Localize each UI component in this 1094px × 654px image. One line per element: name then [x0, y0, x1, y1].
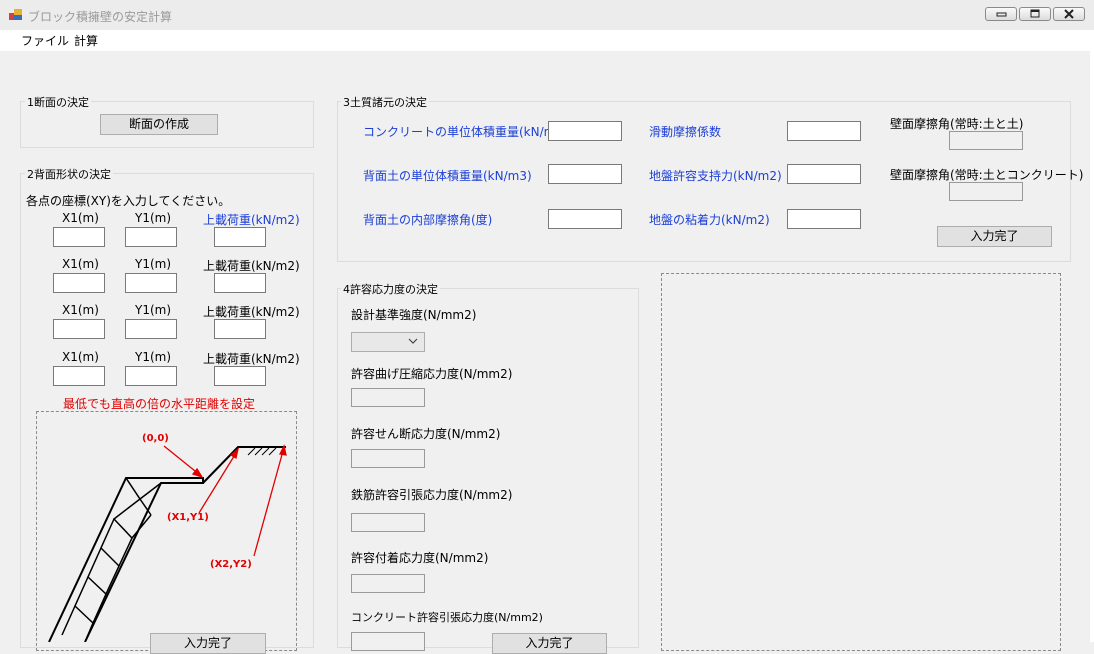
shear-output [351, 449, 425, 468]
y2-label: Y1(m) [135, 257, 172, 271]
design-strength-label: 設計基準強度(N/mm2) [351, 308, 477, 322]
wall-friction-soil-label: 壁面摩擦角(常時:土と土) [890, 117, 1024, 131]
y3-input[interactable] [125, 319, 177, 339]
load2-label: 上載荷重(kN/m2) [203, 259, 300, 273]
section2-done-button[interactable]: 入力完了 [150, 633, 266, 654]
close-icon [1064, 9, 1074, 19]
x4-label: X1(m) [62, 350, 99, 364]
create-section-button[interactable]: 断面の作成 [100, 114, 218, 135]
rebar-label: 鉄筋許容引張応力度(N/mm2) [351, 488, 513, 502]
rebar-output [351, 513, 425, 532]
wall-friction-conc-output [949, 182, 1023, 201]
shear-label: 許容せん断応力度(N/mm2) [351, 427, 501, 441]
hatch-marks [247, 447, 277, 456]
wall-friction-soil-output [949, 131, 1023, 150]
bearing-input[interactable] [787, 164, 861, 184]
cohesion-input[interactable] [787, 209, 861, 229]
tension-label: コンクリート許容引張応力度(N/mm2) [351, 611, 543, 624]
bending-output [351, 388, 425, 407]
chevron-down-icon [408, 338, 418, 344]
retaining-wall-drawing [48, 444, 287, 642]
slide-coef-input[interactable] [787, 121, 861, 141]
bending-label: 許容曲げ圧縮応力度(N/mm2) [351, 367, 513, 381]
minimize-icon [996, 12, 1007, 17]
concrete-weight-input[interactable] [548, 121, 622, 141]
section4-done-button[interactable]: 入力完了 [492, 633, 607, 654]
load4-input[interactable] [214, 366, 266, 386]
load-label: 上載荷重(kN/m2) [203, 213, 300, 227]
section-drawing-panel [661, 273, 1061, 651]
maximize-icon [1030, 9, 1040, 18]
wall-friction-conc-label: 壁面摩擦角(常時:土とコンクリート) [890, 168, 1084, 182]
app-icon [9, 9, 22, 20]
load3-input[interactable] [214, 319, 266, 339]
y1-input[interactable] [125, 227, 177, 247]
x2-input[interactable] [53, 273, 105, 293]
cohesion-label: 地盤の粘着力(kN/m2) [649, 213, 770, 227]
y4-label: Y1(m) [135, 350, 172, 364]
x1-label: X1(m) [62, 211, 99, 225]
x1-input[interactable] [53, 227, 105, 247]
distance-note: 最低でも直高の倍の水平距離を設定 [63, 397, 256, 411]
window-border [1090, 51, 1094, 642]
load-input[interactable] [214, 227, 266, 247]
bearing-label: 地盤許容支持力(kN/m2) [649, 169, 782, 183]
slide-coef-label: 滑動摩擦係数 [649, 125, 722, 139]
menu-bar [0, 30, 1094, 51]
design-strength-select[interactable] [351, 332, 425, 352]
menu-file[interactable]: ファイル [21, 32, 69, 49]
close-button[interactable] [1053, 7, 1085, 21]
section3-done-button[interactable]: 入力完了 [937, 226, 1052, 247]
load2-input[interactable] [214, 273, 266, 293]
y1-label: Y1(m) [135, 211, 172, 225]
y3-label: Y1(m) [135, 303, 172, 317]
load4-label: 上載荷重(kN/m2) [203, 352, 300, 366]
section3-legend: 3土質諸元の決定 [341, 94, 429, 110]
origin-label: (0,0) [142, 433, 169, 444]
minimize-button[interactable] [985, 7, 1017, 21]
point1-label: (X1,Y1) [167, 512, 209, 523]
friction-angle-input[interactable] [548, 209, 622, 229]
window-title: ブロック積擁壁の安定計算 [28, 10, 173, 24]
section4-legend: 4許容応力度の決定 [341, 281, 440, 297]
maximize-button[interactable] [1019, 7, 1051, 21]
x2-label: X1(m) [62, 257, 99, 271]
menu-calc[interactable]: 計算 [74, 32, 98, 49]
point2-label: (X2,Y2) [210, 559, 252, 570]
bond-label: 許容付着応力度(N/mm2) [351, 551, 489, 565]
x4-input[interactable] [53, 366, 105, 386]
y2-input[interactable] [125, 273, 177, 293]
coordinate-instruction: 各点の座標(XY)を入力してください。 [26, 194, 231, 208]
backfill-weight-label: 背面土の単位体積重量(kN/m3) [363, 169, 532, 183]
load3-label: 上載荷重(kN/m2) [203, 305, 300, 319]
concrete-weight-label: コンクリートの単位体積重量(kN/m3) [363, 125, 568, 139]
friction-angle-label: 背面土の内部摩擦角(度) [363, 213, 493, 227]
x3-input[interactable] [53, 319, 105, 339]
section1-legend: 1断面の決定 [25, 94, 91, 110]
x3-label: X1(m) [62, 303, 99, 317]
section2-legend: 2背面形状の決定 [25, 166, 113, 182]
backfill-weight-input[interactable] [548, 164, 622, 184]
y4-input[interactable] [125, 366, 177, 386]
bond-output [351, 574, 425, 593]
